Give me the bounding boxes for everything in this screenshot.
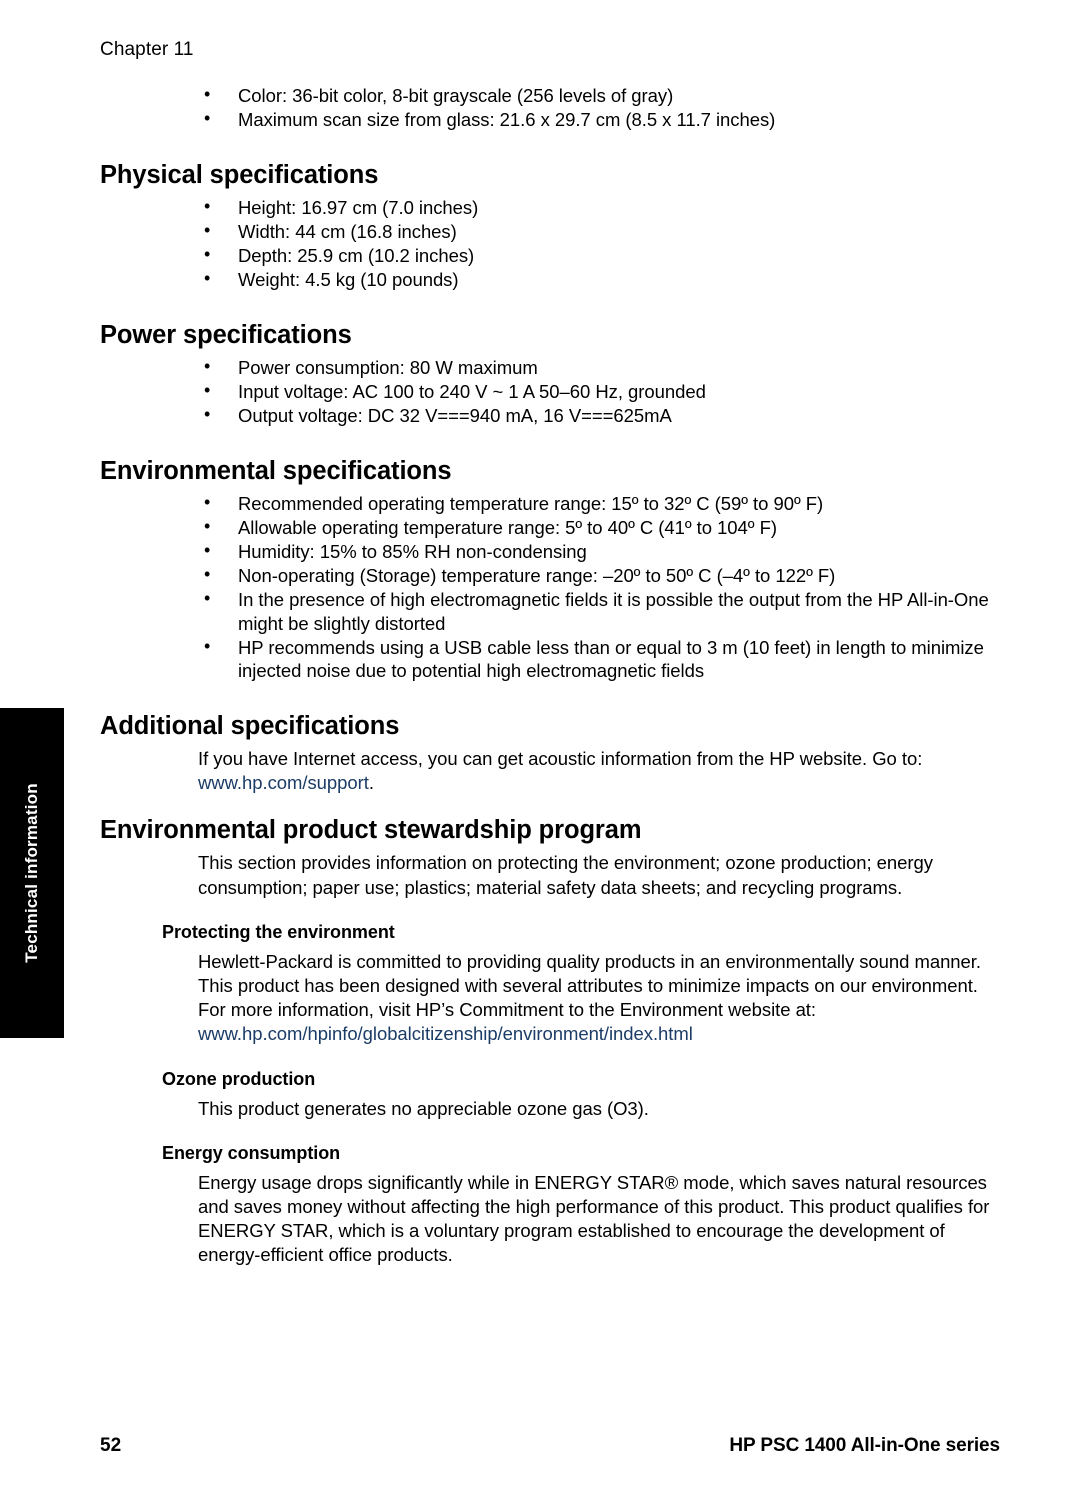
list-item: Maximum scan size from glass: 21.6 x 29.… [100, 107, 1000, 132]
list-item: Output voltage: DC 32 V===940 mA, 16 V==… [100, 403, 1000, 428]
page-content: Color: 36-bit color, 8-bit grayscale (25… [100, 83, 1000, 1268]
hp-support-link[interactable]: www.hp.com/support [198, 772, 369, 793]
heading-power-specifications: Power specifications [100, 321, 352, 349]
list-item: Power consumption: 80 W maximum [100, 355, 1000, 380]
page-number: 52 [100, 1435, 122, 1456]
additional-specifications-paragraph: If you have Internet access, you can get… [198, 747, 1000, 795]
chapter-header: Chapter 11 [100, 39, 194, 60]
additional-paragraph-text: If you have Internet access, you can get… [198, 748, 923, 769]
protecting-paragraph-text: Hewlett-Packard is committed to providin… [198, 950, 981, 1021]
protecting-environment-paragraph: Hewlett-Packard is committed to providin… [198, 950, 1000, 1047]
link-trailing-period: . [368, 772, 374, 794]
list-item: Recommended operating temperature range:… [100, 491, 1000, 516]
list-item: Height: 16.97 cm (7.0 inches) [100, 195, 1000, 220]
page-footer: 52 HP PSC 1400 All-in-One series [100, 1435, 1000, 1457]
intro-bullet-list: Color: 36-bit color, 8-bit grayscale (25… [100, 83, 1000, 132]
heading-ozone-production: Ozone production [162, 1068, 316, 1089]
heading-physical-specifications: Physical specifications [100, 161, 379, 189]
list-item: Width: 44 cm (16.8 inches) [100, 219, 1000, 244]
side-tab-label: Technical information [22, 783, 41, 963]
stewardship-intro-paragraph: This section provides information on pro… [198, 852, 933, 898]
hp-globalcitizenship-link[interactable]: www.hp.com/hpinfo/globalcitizenship/envi… [198, 1023, 693, 1044]
heading-environmental-specifications: Environmental specifications [100, 457, 452, 485]
product-name: HP PSC 1400 All-in-One series [729, 1435, 1000, 1456]
list-item: Depth: 25.9 cm (10.2 inches) [100, 243, 1000, 268]
ozone-production-paragraph: This product generates no appreciable oz… [198, 1097, 649, 1119]
list-item: Color: 36-bit color, 8-bit grayscale (25… [100, 83, 1000, 108]
list-item: Allowable operating temperature range: 5… [100, 515, 1000, 540]
physical-bullet-list: Height: 16.97 cm (7.0 inches) Width: 44 … [100, 195, 1000, 292]
list-item: Non-operating (Storage) temperature rang… [100, 563, 1000, 588]
list-item: Weight: 4.5 kg (10 pounds) [100, 267, 1000, 292]
environmental-bullet-list: Recommended operating temperature range:… [100, 491, 1000, 683]
list-item: Input voltage: AC 100 to 240 V ~ 1 A 50–… [100, 379, 1000, 404]
list-item: Humidity: 15% to 85% RH non-condensing [100, 539, 1000, 564]
list-item: HP recommends using a USB cable less tha… [100, 635, 1000, 683]
heading-protecting-the-environment: Protecting the environment [162, 921, 395, 942]
list-item: In the presence of high electromagnetic … [100, 587, 1000, 635]
heading-additional-specifications: Additional specifications [100, 712, 400, 740]
power-bullet-list: Power consumption: 80 W maximum Input vo… [100, 355, 1000, 428]
document-page: Chapter 11 Technical information Color: … [0, 0, 1080, 1495]
section-side-tab: Technical information [0, 708, 64, 1038]
heading-energy-consumption: Energy consumption [162, 1142, 341, 1163]
energy-consumption-paragraph: Energy usage drops significantly while i… [198, 1171, 990, 1266]
heading-environmental-product-stewardship: Environmental product stewardship progra… [100, 816, 642, 845]
